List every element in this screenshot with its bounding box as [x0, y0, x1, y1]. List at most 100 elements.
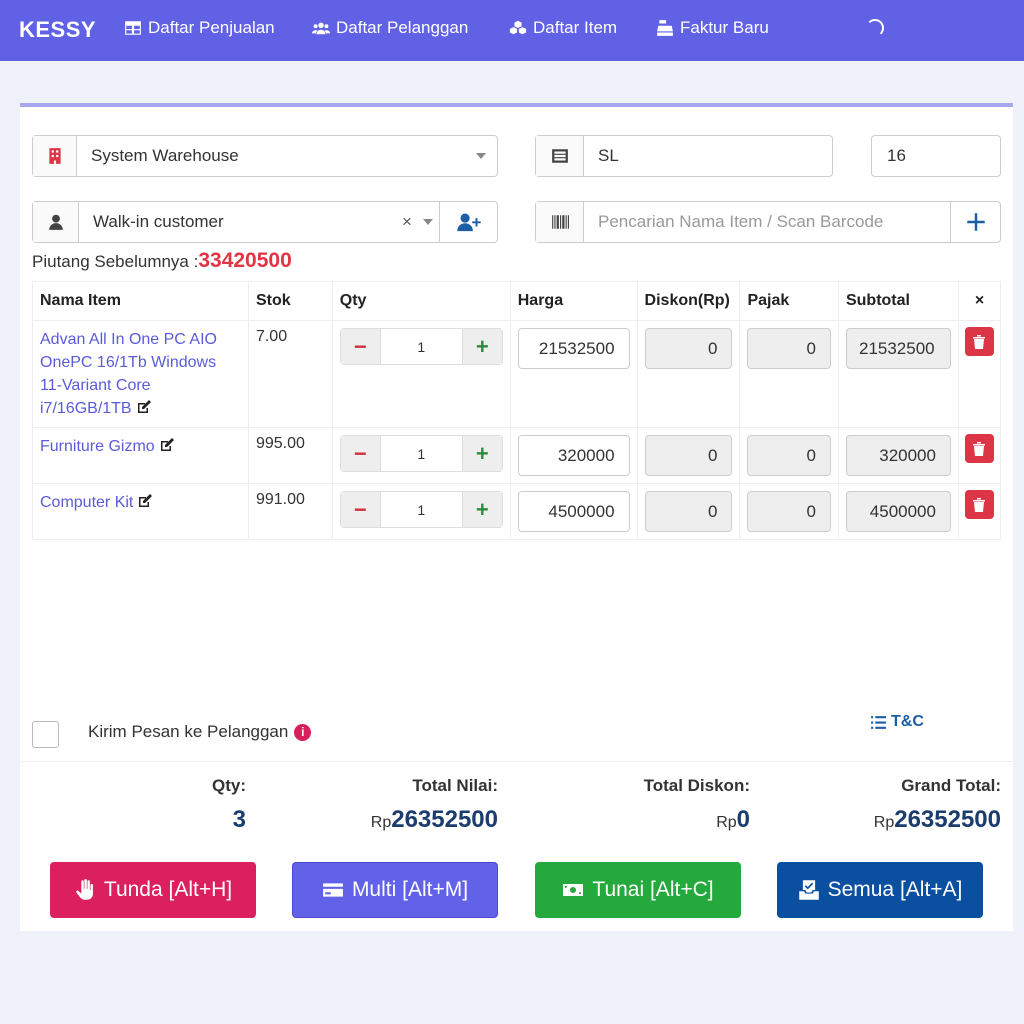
discount-input[interactable]: 0 — [644, 435, 733, 476]
warehouse-select[interactable]: System Warehouse — [32, 135, 498, 177]
customer-value: Walk-in customer — [93, 212, 224, 231]
add-customer-button[interactable] — [439, 202, 497, 242]
price-input[interactable]: 4500000 — [517, 491, 630, 532]
total-value-amount: Rp26352500 — [371, 806, 498, 834]
nav-label: Faktur Baru — [680, 18, 769, 37]
col-header-stock: Stok — [247, 281, 333, 321]
users-icon — [312, 22, 330, 35]
qty-stepper: − 1 + — [339, 435, 503, 472]
discount-cell: 0 — [636, 483, 741, 540]
subtotal-cell: 4500000 — [837, 483, 959, 540]
tax-cell: 0 — [739, 483, 839, 540]
warehouse-addon — [33, 136, 77, 176]
nav-daftar-penjualan[interactable]: Daftar Penjualan — [124, 18, 275, 38]
discount-input[interactable]: 0 — [644, 491, 733, 532]
col-header-discount: Diskon(Rp) — [636, 281, 741, 321]
qty-input[interactable]: 1 — [379, 492, 463, 527]
cash-button-label: Tunai [Alt+C] — [592, 878, 714, 901]
qty-decrease-button[interactable]: − — [340, 436, 380, 471]
pay-all-button[interactable]: Semua [Alt+A] — [777, 862, 983, 918]
col-header-qty: Qty — [331, 281, 511, 321]
item-name-cell: Computer Kit — [32, 483, 249, 540]
qty-increase-button[interactable]: + — [462, 492, 502, 527]
list-ul-icon — [871, 715, 886, 729]
subtotal-cell: 21532500 — [837, 320, 959, 428]
hold-button[interactable]: Tunda [Alt+H] — [50, 862, 256, 918]
invoice-prefix-value: SL — [598, 146, 619, 165]
tax-cell: 0 — [739, 320, 839, 428]
clear-icon[interactable]: × — [397, 202, 417, 242]
plus-icon — [966, 213, 985, 231]
col-header-item: Nama Item — [32, 281, 249, 321]
item-search-group: Pencarian Nama Item / Scan Barcode — [535, 201, 1001, 243]
delete-row-button[interactable] — [964, 490, 994, 519]
invoice-prefix-field[interactable]: SL — [535, 135, 833, 177]
delete-cell — [957, 320, 1002, 428]
qty-decrease-button[interactable]: − — [340, 492, 380, 527]
delete-cell — [957, 427, 1002, 484]
tnc-label: T&C — [891, 713, 924, 730]
nav-label: Daftar Item — [533, 18, 618, 37]
qty-total-value: 3 — [232, 806, 246, 833]
price-input[interactable]: 21532500 — [517, 328, 630, 369]
nav-label: Daftar Penjualan — [148, 18, 275, 37]
building-icon — [48, 148, 61, 164]
info-icon[interactable]: i — [294, 723, 312, 741]
multi-payment-button[interactable]: Multi [Alt+M] — [292, 862, 498, 918]
credit-card-icon — [323, 883, 343, 897]
tax-input[interactable]: 0 — [747, 435, 831, 476]
stock-cell: 991.00 — [247, 483, 333, 540]
item-name-link[interactable]: Computer Kit — [40, 494, 133, 511]
chevron-down-icon — [465, 136, 497, 176]
price-cell: 4500000 — [509, 483, 638, 540]
send-message-checkbox[interactable] — [32, 721, 59, 748]
price-input[interactable]: 320000 — [517, 435, 630, 476]
discount-input[interactable]: 0 — [644, 328, 733, 369]
send-message-label-wrap: Kirim Pesan ke Pelanggan i — [88, 722, 312, 742]
nav-daftar-pelanggan[interactable]: Daftar Pelanggan — [312, 18, 468, 38]
item-name-cell: Advan All In One PC AIO OnePC 16/1Tb Win… — [32, 320, 249, 428]
add-item-button[interactable] — [950, 202, 1000, 242]
item-search-input[interactable]: Pencarian Nama Item / Scan Barcode — [584, 202, 950, 242]
inbox-check-icon — [798, 880, 819, 900]
hand-icon — [76, 879, 93, 900]
item-name-link[interactable]: Furniture Gizmo — [40, 438, 155, 455]
remove-all-icon[interactable]: × — [957, 281, 1002, 321]
chevron-down-icon — [417, 202, 439, 242]
col-header-subtotal: Subtotal — [837, 281, 959, 321]
price-cell: 21532500 — [509, 320, 638, 428]
qty-input[interactable]: 1 — [379, 436, 463, 471]
qty-increase-button[interactable]: + — [462, 329, 502, 364]
qty-increase-button[interactable]: + — [462, 436, 502, 471]
invoice-number-field[interactable]: 16 — [871, 135, 1001, 177]
summary-divider — [20, 761, 1013, 762]
tax-input[interactable]: 0 — [747, 491, 831, 532]
tnc-button[interactable]: T&C — [870, 713, 924, 731]
customer-select[interactable]: Walk-in customer × — [32, 201, 498, 243]
qty-cell: − 1 + — [331, 483, 511, 540]
tax-input[interactable]: 0 — [747, 328, 831, 369]
edit-icon[interactable] — [136, 399, 152, 415]
cash-payment-button[interactable]: Tunai [Alt+C] — [535, 862, 741, 918]
delete-cell — [957, 483, 1002, 540]
item-name-link[interactable]: Advan All In One PC AIO OnePC 16/1Tb Win… — [40, 331, 217, 417]
nav-faktur-baru[interactable]: Faktur Baru — [656, 18, 769, 38]
nav-daftar-item[interactable]: Daftar Item — [509, 18, 617, 38]
qty-decrease-button[interactable]: − — [340, 329, 380, 364]
qty-stepper: − 1 + — [339, 491, 503, 528]
discount-cell: 0 — [636, 320, 741, 428]
top-navbar: KESSY Daftar Penjualan Daftar Pelanggan … — [0, 0, 1024, 61]
cubes-icon — [509, 20, 527, 35]
qty-input[interactable]: 1 — [379, 329, 463, 364]
brand-logo[interactable]: KESSY — [19, 17, 96, 43]
qty-cell: − 1 + — [331, 427, 511, 484]
table-row: Advan All In One PC AIO OnePC 16/1Tb Win… — [32, 320, 1002, 428]
total-discount-label: Total Diskon: — [643, 776, 750, 795]
subtotal-value: 4500000 — [845, 491, 951, 532]
delete-row-button[interactable] — [964, 434, 994, 463]
delete-row-button[interactable] — [964, 327, 994, 356]
edit-icon[interactable] — [137, 493, 153, 509]
subtotal-value: 21532500 — [845, 328, 951, 369]
total-discount-amount: Rp0 — [716, 806, 750, 834]
edit-icon[interactable] — [159, 437, 175, 453]
